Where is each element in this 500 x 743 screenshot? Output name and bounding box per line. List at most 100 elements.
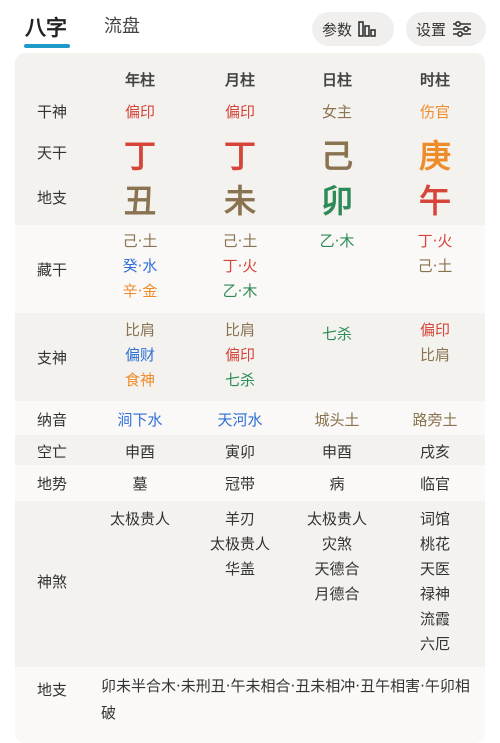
row-label: 地势 — [37, 475, 68, 493]
shensha-item: 华盖 — [224, 560, 255, 578]
dishi-cell: 病 — [329, 475, 345, 493]
canggan-item: 丁·火 — [417, 232, 453, 250]
dishi-cell: 墓 — [132, 475, 148, 493]
shensha-item: 太极贵人 — [109, 510, 170, 528]
canggan-item: 癸·水 — [122, 257, 158, 275]
column-header-row: 年柱 月柱 日柱 时柱 — [15, 53, 485, 93]
row-label: 纳音 — [37, 411, 68, 429]
shensha-item: 天德合 — [314, 560, 360, 578]
bazi-card: 年柱 月柱 日柱 时柱 干神 偏印 偏印 女主 伤官 天干 丁 丁 己 庚 地支… — [15, 53, 485, 743]
params-button[interactable]: 参数 — [312, 12, 394, 46]
canggan-cell: 丁·火 己·土 — [390, 229, 480, 279]
ganshen-row: 干神 偏印 偏印 女主 伤官 — [15, 93, 485, 125]
kongwang-cell: 申酉 — [124, 443, 155, 461]
row-label: 藏干 — [37, 261, 68, 279]
col-day: 日柱 — [321, 71, 352, 89]
col-year: 年柱 — [124, 71, 155, 89]
dizhi-cell: 午 — [418, 182, 451, 220]
shensha-item: 六厄 — [419, 635, 450, 653]
tab-liupan[interactable]: 流盘 — [104, 12, 140, 38]
zhishen-item: 七杀 — [224, 371, 255, 389]
ganshen-cell: 伤官 — [419, 103, 450, 121]
kongwang-row: 空亡 申酉 寅卯 申酉 戌亥 — [15, 435, 485, 465]
zhishen-item: 食神 — [124, 371, 155, 389]
canggan-item: 辛·金 — [122, 282, 158, 300]
canggan-item: 己·土 — [122, 232, 158, 250]
tiangan-row: 天干 丁 丁 己 庚 — [15, 125, 485, 175]
top-bar: 八字 流盘 参数 设置 — [0, 0, 500, 56]
row-label: 支神 — [37, 349, 68, 367]
row-label: 天干 — [37, 144, 68, 162]
relations-row: 地支 卯未半合木·未刑丑·午未相合·丑未相冲·丑午相害·午卯相破 — [15, 667, 485, 743]
params-label: 参数 — [322, 20, 353, 39]
zhishen-item: 偏财 — [124, 346, 155, 364]
dizhi-cell: 丑 — [123, 182, 156, 220]
zhishen-item: 比肩 — [224, 321, 255, 339]
shensha-item: 桃花 — [419, 535, 450, 553]
canggan-item: 己·土 — [417, 257, 453, 275]
nayin-cell: 路旁土 — [412, 411, 458, 429]
settings-button[interactable]: 设置 — [406, 12, 486, 46]
canggan-item: 乙·木 — [319, 232, 355, 250]
dishi-cell: 临官 — [419, 475, 450, 493]
zhishen-row: 支神 比肩 偏财 食神 比肩 偏印 七杀 七杀 偏印 比肩 — [15, 313, 485, 401]
canggan-item: 己·土 — [222, 232, 258, 250]
dizhi-cell: 未 — [223, 182, 256, 220]
row-label: 地支 — [37, 189, 68, 207]
shensha-item: 太极贵人 — [306, 510, 367, 528]
ganshen-cell: 偏印 — [224, 103, 255, 121]
shensha-item: 天医 — [419, 560, 450, 578]
shensha-cell: 太极贵人 灾煞 天德合 月德合 — [292, 507, 382, 607]
nayin-cell: 城头土 — [314, 411, 360, 429]
shensha-item: 词馆 — [419, 510, 450, 528]
tiangan-cell: 丁 — [123, 137, 156, 175]
row-label: 空亡 — [37, 443, 68, 461]
canggan-cell: 己·土 丁·火 乙·木 — [195, 229, 285, 304]
settings-label: 设置 — [416, 20, 447, 39]
dishi-row: 地势 墓 冠带 病 临官 — [15, 465, 485, 501]
kongwang-cell: 戌亥 — [419, 443, 450, 461]
zhishen-cell: 七杀 — [292, 322, 382, 347]
nayin-cell: 天河水 — [217, 411, 263, 429]
canggan-item: 乙·木 — [222, 282, 258, 300]
shensha-cell: 羊刃 太极贵人 华盖 — [195, 507, 285, 582]
tiangan-cell: 丁 — [223, 137, 256, 175]
relations-text: 卯未半合木·未刑丑·午未相合·丑未相冲·丑午相害·午卯相破 — [101, 677, 470, 722]
row-label: 干神 — [37, 103, 68, 121]
zhishen-item: 比肩 — [419, 346, 450, 364]
shensha-item: 太极贵人 — [209, 535, 270, 553]
zhishen-item: 偏印 — [419, 321, 450, 339]
row-label: 地支 — [37, 681, 68, 699]
shensha-item: 灾煞 — [321, 535, 352, 553]
ganshen-cell: 偏印 — [124, 103, 155, 121]
zhishen-item: 七杀 — [321, 325, 352, 343]
tiangan-cell: 己 — [320, 137, 353, 175]
row-label: 神煞 — [37, 573, 68, 591]
nayin-row: 纳音 涧下水 天河水 城头土 路旁土 — [15, 401, 485, 435]
shensha-item: 流霞 — [419, 610, 450, 628]
zhishen-cell: 比肩 偏印 七杀 — [195, 318, 285, 393]
canggan-item: 丁·火 — [222, 257, 258, 275]
dishi-cell: 冠带 — [224, 475, 255, 493]
zhishen-item: 偏印 — [224, 346, 255, 364]
shensha-cell: 词馆 桃花 天医 禄神 流霞 六厄 — [390, 507, 480, 657]
zhishen-cell: 比肩 偏财 食神 — [95, 318, 185, 393]
dizhi-row: 地支 丑 未 卯 午 — [15, 175, 485, 225]
shensha-item: 禄神 — [419, 585, 450, 603]
shensha-item: 月德合 — [314, 585, 360, 603]
ganshen-cell: 女主 — [321, 103, 352, 121]
tab-bazi[interactable]: 八字 — [25, 12, 67, 42]
canggan-row: 藏干 己·土 癸·水 辛·金 己·土 丁·火 乙·木 乙·木 丁·火 己·土 — [15, 225, 485, 313]
col-month: 月柱 — [224, 71, 255, 89]
sliders-icon — [452, 20, 472, 38]
canggan-cell: 乙·木 — [292, 229, 382, 254]
active-tab-indicator — [24, 44, 70, 48]
zhishen-cell: 偏印 比肩 — [390, 318, 480, 368]
tiangan-cell: 庚 — [418, 137, 451, 175]
kongwang-cell: 申酉 — [321, 443, 352, 461]
kongwang-cell: 寅卯 — [224, 443, 255, 461]
zhishen-item: 比肩 — [124, 321, 155, 339]
canggan-cell: 己·土 癸·水 辛·金 — [95, 229, 185, 304]
chart-bars-icon — [358, 20, 376, 38]
col-hour: 时柱 — [419, 71, 450, 89]
